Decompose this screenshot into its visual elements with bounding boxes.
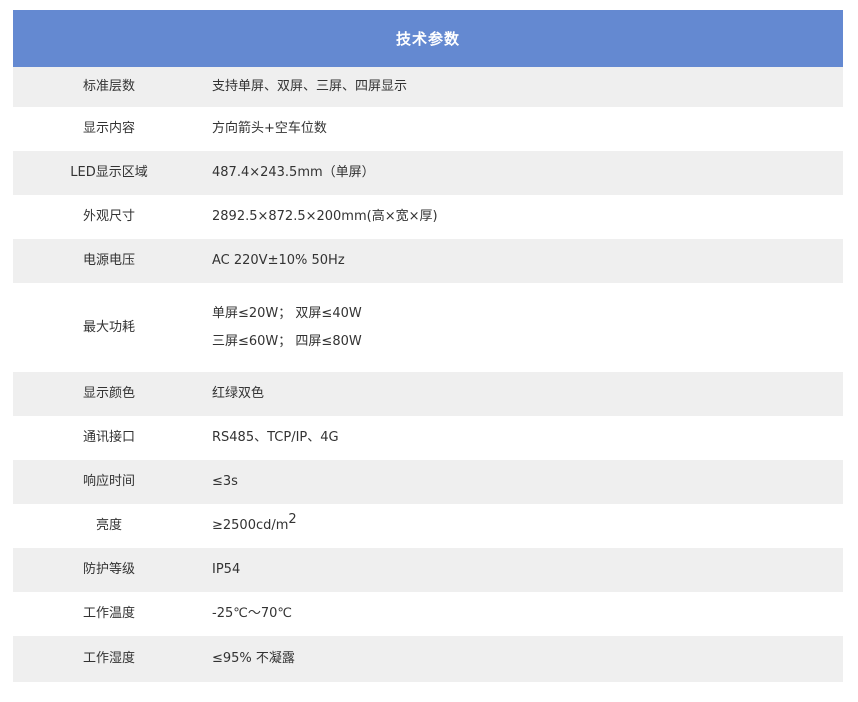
row-value-text: IP54 — [212, 562, 241, 577]
row-label: 工作湿度 — [82, 651, 135, 666]
row-value-line: 2892.5×872.5×200mm(高×宽×厚) — [212, 207, 843, 227]
row-value-text: 方向箭头+空车位数 — [212, 121, 327, 136]
row-label: 标准层数 — [82, 79, 135, 94]
row-value-text: 2892.5×872.5×200mm(高×宽×厚) — [212, 209, 438, 224]
row-value-line: IP54 — [212, 560, 843, 580]
row-value: 支持单屏、双屏、三屏、四屏显示 — [205, 77, 843, 97]
row-value-line: 三屏≤60W； 四屏≤80W — [212, 332, 843, 352]
row-label: 显示颜色 — [82, 386, 135, 401]
table-title-text: 技术参数 — [395, 30, 460, 48]
row-value-line: -25℃～70℃ — [212, 604, 843, 624]
table-row: 工作湿度 ≤95% 不凝露 — [13, 636, 843, 682]
unit-superscript: 2 — [288, 512, 297, 527]
table-row: 标准层数 支持单屏、双屏、三屏、四屏显示 — [13, 67, 843, 107]
row-label: 通讯接口 — [82, 430, 135, 445]
row-value-line: AC 220V±10% 50Hz — [212, 251, 843, 271]
row-value-line: 红绿双色 — [212, 384, 843, 404]
row-label: 电源电压 — [82, 253, 135, 268]
table-row: 显示内容 方向箭头+空车位数 — [13, 107, 843, 151]
row-label: 防护等级 — [82, 562, 135, 577]
row-value: 487.4×243.5mm（单屏） — [205, 163, 843, 183]
row-value-line: 487.4×243.5mm（单屏） — [212, 163, 843, 183]
row-value-text: RS485、TCP/IP、4G — [212, 430, 339, 445]
row-value-text: 红绿双色 — [212, 386, 265, 401]
row-value: -25℃～70℃ — [205, 604, 843, 624]
table-row: 显示颜色 红绿双色 — [13, 372, 843, 416]
row-value-line: 支持单屏、双屏、三屏、四屏显示 — [212, 77, 843, 97]
row-value: 2892.5×872.5×200mm(高×宽×厚) — [205, 207, 843, 227]
row-value: RS485、TCP/IP、4G — [205, 428, 843, 448]
row-value: 单屏≤20W； 双屏≤40W 三屏≤60W； 四屏≤80W — [205, 304, 843, 352]
table-row: 工作温度 -25℃～70℃ — [13, 592, 843, 636]
row-value: IP54 — [205, 560, 843, 580]
table-row: 电源电压 AC 220V±10% 50Hz — [13, 239, 843, 283]
row-value-text: ≥2500cd/m — [212, 518, 289, 533]
row-value-text: 三屏≤60W； 四屏≤80W — [212, 333, 362, 349]
row-value-line: ≤3s — [212, 472, 843, 492]
row-label: 工作温度 — [82, 606, 135, 621]
row-value-text: 单屏≤20W； 双屏≤40W — [212, 305, 362, 321]
row-label: 最大功耗 — [82, 319, 135, 335]
row-value: AC 220V±10% 50Hz — [205, 251, 843, 271]
row-value: 红绿双色 — [205, 384, 843, 404]
row-value-text: AC 220V±10% 50Hz — [212, 253, 345, 268]
table-row: 外观尺寸 2892.5×872.5×200mm(高×宽×厚) — [13, 195, 843, 239]
row-value: ≥2500cd/m2 — [205, 513, 843, 536]
row-label: 外观尺寸 — [82, 209, 135, 224]
table-row: 通讯接口 RS485、TCP/IP、4G — [13, 416, 843, 460]
row-value-text: ≤3s — [212, 474, 238, 489]
row-label: 显示内容 — [82, 121, 135, 136]
row-value: ≤3s — [205, 472, 843, 492]
table-row: 亮度 ≥2500cd/m2 — [13, 504, 843, 548]
row-value: ≤95% 不凝露 — [205, 649, 843, 669]
row-value-text: -25℃～70℃ — [212, 606, 292, 621]
row-value-line: ≥2500cd/m2 — [212, 513, 843, 536]
row-label: 亮度 — [95, 518, 122, 533]
row-value-line: 方向箭头+空车位数 — [212, 119, 843, 139]
table-row: 响应时间 ≤3s — [13, 460, 843, 504]
table-row: LED显示区域 487.4×243.5mm（单屏） — [13, 151, 843, 195]
row-value-line: 单屏≤20W； 双屏≤40W — [212, 304, 843, 324]
row-value-text: ≤95% 不凝露 — [212, 651, 295, 666]
table-title: 技术参数 — [13, 10, 843, 67]
row-label: LED显示区域 — [70, 165, 148, 180]
row-value-line: ≤95% 不凝露 — [212, 649, 843, 669]
table-row: 最大功耗 单屏≤20W； 双屏≤40W 三屏≤60W； 四屏≤80W — [13, 283, 843, 372]
row-value: 方向箭头+空车位数 — [205, 119, 843, 139]
spec-table: 技术参数 标准层数 支持单屏、双屏、三屏、四屏显示显示内容 方向箭头+空车位数 LED… — [13, 10, 843, 682]
row-label: 响应时间 — [82, 474, 135, 489]
table-row: 防护等级 IP54 — [13, 548, 843, 592]
row-value-line: RS485、TCP/IP、4G — [212, 428, 843, 448]
table-body: 标准层数 支持单屏、双屏、三屏、四屏显示显示内容 方向箭头+空车位数 LED显示区域 4… — [13, 67, 843, 682]
row-value-text: 支持单屏、双屏、三屏、四屏显示 — [212, 79, 408, 94]
row-value-text: 487.4×243.5mm（单屏） — [212, 165, 375, 180]
